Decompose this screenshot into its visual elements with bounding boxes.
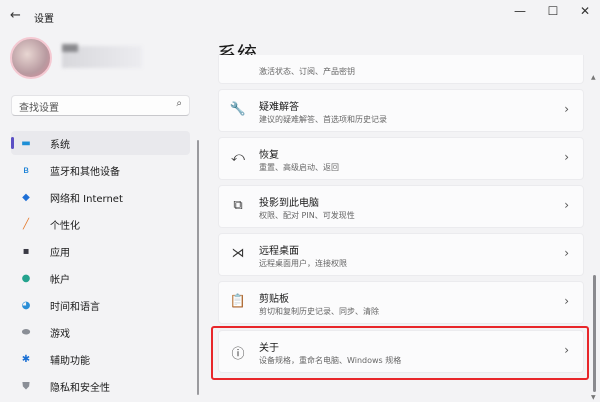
sidebar-item[interactable]: ◕ 时间和语言 [11,293,190,317]
settings-card[interactable]: 🔧 疑难解答建议的疑难解答、首选项和历史记录 › [218,89,584,132]
main-scrollbar[interactable] [593,275,596,392]
sidebar-item[interactable]: ⛊ 隐私和安全性 [11,374,190,398]
scroll-up-arrow[interactable]: ▲ [591,74,596,81]
card-icon: ⋊ [231,246,245,261]
card-title: 疑难解答 [259,102,299,113]
sidebar-icon: ⬬ [21,326,31,338]
sidebar-icon: ◆ [22,191,30,203]
sidebar-item[interactable]: ⬬ 游戏 [11,320,190,344]
sidebar-icon: ◕ [21,299,31,311]
chevron-right-icon: › [564,150,569,164]
search-placeholder: 查找设置 [19,103,59,114]
sidebar-icon: ▬ [21,137,31,149]
maximize-button[interactable]: ☐ [541,4,565,18]
sidebar-item-label: 个性化 [50,220,80,232]
sidebar-item[interactable]: ● 帐户 [11,266,190,290]
card-subtitle: 建议的疑难解答、首选项和历史记录 [259,115,387,124]
sidebar-item[interactable]: ʙ 蓝牙和其他设备 [11,158,190,182]
sidebar-item-label: 应用 [50,247,70,259]
sidebar-item-label: 系统 [50,139,70,151]
sidebar-icon: ● [21,272,31,284]
sidebar-icon: ⛊ [22,380,30,392]
chevron-right-icon: › [564,294,569,308]
card-subtitle: 剪切和复制历史记录、同步、清除 [259,307,379,316]
scroll-down-arrow[interactable]: ▼ [591,394,596,401]
search-input[interactable]: 查找设置 ⌕ [11,95,190,116]
sidebar-item[interactable]: ▬ 系统 [11,131,190,155]
card-subtitle: 激活状态、订阅、产品密钥 [259,67,355,76]
close-button[interactable]: ✕ [573,4,597,18]
sidebar-item[interactable]: ◆ 网络和 Internet [11,185,190,209]
card-subtitle: 权限、配对 PIN、可发现性 [259,211,355,220]
card-title: 剪贴板 [259,294,289,305]
card-subtitle: 重置、高级启动、返回 [259,163,339,172]
sidebar-item[interactable]: ╱ 个性化 [11,212,190,236]
sidebar-item-label: 时间和语言 [50,301,100,313]
sidebar-scrollbar[interactable] [197,140,199,395]
search-icon[interactable]: ⌕ [176,98,182,109]
card-title: 恢复 [259,150,279,161]
sidebar-item-label: 网络和 Internet [50,193,123,205]
back-button[interactable]: ← [10,8,21,23]
highlight-box [211,326,589,380]
sidebar-icon: ▪ [22,245,30,257]
sidebar-item-label: 隐私和安全性 [50,382,110,394]
sidebar-item[interactable]: ✱ 辅助功能 [11,347,190,371]
card-title: 远程桌面 [259,246,299,257]
settings-card[interactable]: ⤺ 恢复重置、高级启动、返回 › [218,137,584,180]
sidebar-item-label: 蓝牙和其他设备 [50,166,120,178]
sidebar-icon: ✱ [21,353,31,365]
card-icon: ⤺ [231,150,245,165]
avatar[interactable] [10,37,52,79]
sidebar-icon: ╱ [22,218,30,230]
sidebar-icon: ʙ [23,164,29,176]
card-title: 投影到此电脑 [259,198,319,209]
sidebar-item-label: 游戏 [50,328,70,340]
settings-card[interactable]: ⧉ 投影到此电脑权限、配对 PIN、可发现性 › [218,185,584,228]
chevron-right-icon: › [564,102,569,116]
minimize-button[interactable]: — [508,4,532,18]
settings-card[interactable]: ⋊ 远程桌面远程桌面用户，连接权限 › [218,233,584,276]
card-icon: ⧉ [233,198,243,213]
sidebar-item-label: 帐户 [50,274,70,286]
card-icon: 🔧 [229,102,247,117]
sidebar-nav: ▬ 系统 ʙ 蓝牙和其他设备 ◆ 网络和 Internet ╱ 个性化 ▪ 应用 ● 帐户 ◕ 时间和语言… [11,131,190,401]
settings-card[interactable]: 📋 剪贴板剪切和复制历史记录、同步、清除 › [218,281,584,324]
card-icon: 📋 [229,294,247,309]
sidebar-item[interactable]: ▪ 应用 [11,239,190,263]
card-subtitle: 远程桌面用户，连接权限 [259,259,347,268]
settings-card[interactable]: 激活状态、订阅、产品密钥 [218,55,584,84]
chevron-right-icon: › [564,198,569,212]
app-title: 设置 [34,14,54,25]
title-bar: ← 设置 — ☐ ✕ [0,0,600,32]
chevron-right-icon: › [564,246,569,260]
sidebar-item-label: 辅助功能 [50,355,90,367]
user-name-blurred [62,44,142,68]
